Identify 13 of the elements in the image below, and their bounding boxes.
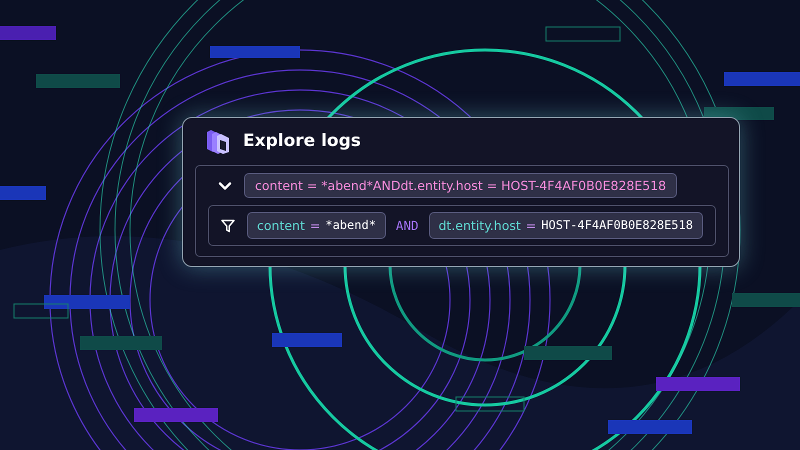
filter-value: HOST-4F4AF0B0E828E518 xyxy=(541,218,693,233)
filter-chip[interactable]: content = *abend* xyxy=(247,212,386,239)
query-text[interactable]: content = *abend*ANDdt.entity.host = HOST-4F4AF0B0E828E518 xyxy=(244,173,678,198)
filter-key: dt.entity.host xyxy=(438,218,521,233)
filter-icon[interactable] xyxy=(221,218,235,232)
filter-operator: = xyxy=(526,218,536,233)
filter-operator: = xyxy=(310,218,320,233)
filter-value: *abend* xyxy=(325,218,376,233)
stacked-panels-icon xyxy=(205,128,231,154)
filter-key: content xyxy=(257,218,305,233)
card-title: Explore logs xyxy=(243,131,361,151)
filter-chip[interactable]: dt.entity.host = HOST-4F4AF0B0E828E518 xyxy=(428,212,703,239)
and-operator: AND xyxy=(394,218,420,233)
